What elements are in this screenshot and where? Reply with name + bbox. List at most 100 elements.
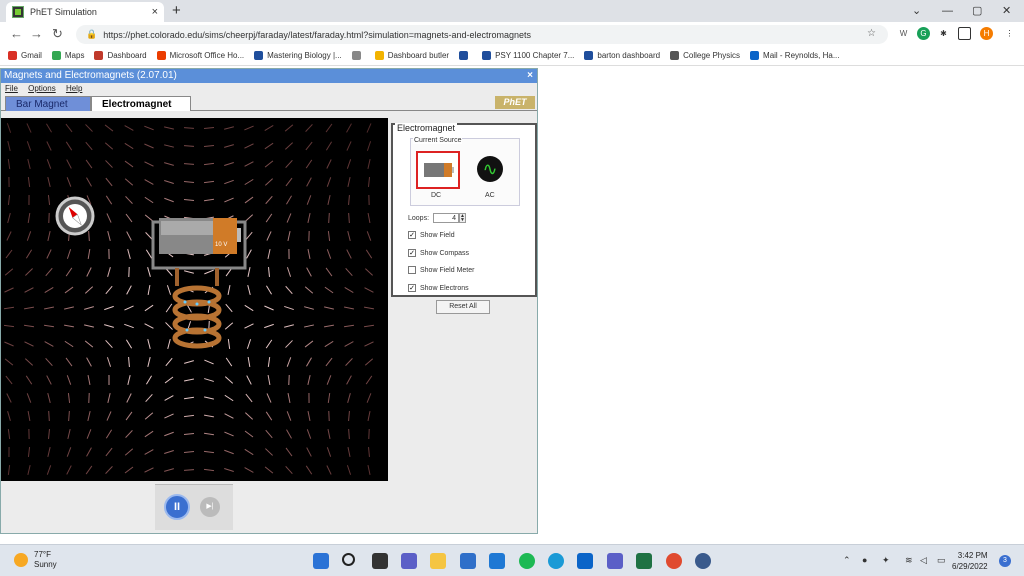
show-compass-checkbox[interactable]: ✓ (408, 249, 416, 257)
menu-file[interactable]: File (5, 84, 18, 93)
volume-icon[interactable]: ◁ (920, 555, 927, 566)
bookmark-item[interactable]: barton dashboard (584, 51, 660, 60)
current-source-group: Current Source ∿ DC AC (410, 137, 520, 206)
store-icon[interactable] (460, 553, 476, 569)
field-arrow (144, 125, 154, 131)
tab-close-button[interactable]: × (152, 6, 158, 18)
search-icon[interactable] (342, 553, 355, 566)
start-windows-icon[interactable] (313, 553, 329, 569)
chrome-menu-icon[interactable]: ⋮ (1003, 27, 1016, 40)
tab-electromagnet[interactable]: Electromagnet (91, 96, 191, 111)
url-text: https://phet.colorado.edu/sims/cheerpj/f… (103, 29, 532, 40)
mail-icon[interactable] (489, 553, 505, 569)
pause-button[interactable]: II (164, 494, 190, 520)
field-arrow (24, 287, 34, 293)
bookmark-item[interactable]: Mail - Reynolds, Ha... (750, 51, 840, 60)
ac-source-button[interactable]: ∿ (477, 156, 503, 182)
show-field-meter-checkbox[interactable] (408, 266, 416, 274)
sidebar-icon[interactable] (958, 27, 971, 40)
applet-close-button[interactable]: × (527, 69, 533, 83)
grammarly-icon[interactable]: G (917, 27, 930, 40)
globe-icon (351, 51, 361, 60)
spotify-icon[interactable] (519, 553, 535, 569)
puzzle-extensions-icon[interactable]: ✱ (937, 27, 950, 40)
bookmark-item[interactable]: Mastering Biology |... (254, 51, 342, 60)
window-close-button[interactable]: ✕ (1002, 2, 1011, 20)
notification-badge[interactable]: 3 (999, 555, 1011, 567)
dc-source-button[interactable] (416, 151, 460, 189)
edge-icon[interactable] (548, 553, 564, 569)
field-arrow (247, 356, 251, 368)
bookmark-item[interactable]: PSY 1100 Chapter 7... (482, 51, 574, 60)
field-arrow (125, 430, 133, 438)
chrome-icon[interactable] (666, 553, 682, 569)
bookmark-item[interactable]: Dashboard (94, 51, 147, 60)
bookmark-item[interactable]: College Physics (670, 51, 740, 60)
show-field-checkbox[interactable]: ✓ (408, 231, 416, 239)
field-arrow (324, 340, 334, 348)
tray-dropbox-icon[interactable]: ✦ (882, 555, 890, 566)
field-arrow (183, 451, 195, 453)
field-arrow (144, 467, 154, 473)
field-arrow (307, 213, 311, 223)
battery-icon (424, 163, 454, 177)
settings-gear-icon[interactable] (695, 553, 711, 569)
tab-bar-magnet[interactable]: Bar Magnet (5, 96, 91, 111)
reset-all-button[interactable]: Reset All (436, 300, 490, 314)
outlook-icon[interactable] (577, 553, 593, 569)
back-arrow-icon[interactable]: ← (10, 26, 23, 42)
battery[interactable]: 10 V (151, 218, 247, 270)
tab-title: PhET Simulation (30, 7, 97, 17)
field-arrow (46, 123, 52, 133)
new-tab-button[interactable]: + (172, 2, 181, 20)
show-compass-row[interactable]: ✓ Show Compass (408, 249, 469, 257)
weather-widget[interactable]: 77°F Sunny (14, 550, 57, 570)
menu-options[interactable]: Options (28, 84, 56, 93)
browser-tab[interactable]: PhET Simulation × (6, 2, 164, 22)
clock-datetime[interactable]: 3:42 PM 6/29/2022 (952, 550, 988, 572)
tray-chevron-icon[interactable]: ⌃ (843, 555, 851, 566)
bookmark-item[interactable]: Maps (51, 51, 84, 60)
show-electrons-row[interactable]: ✓ Show Electrons (408, 284, 469, 292)
show-field-meter-row[interactable]: Show Field Meter (408, 266, 474, 274)
field-arrow (88, 230, 90, 242)
show-field-row[interactable]: ✓ Show Field (408, 231, 455, 239)
field-arrow (203, 468, 215, 472)
bookmark-item[interactable] (351, 51, 365, 60)
reload-icon[interactable]: ↻ (52, 26, 63, 42)
field-arrow (84, 286, 94, 294)
show-electrons-checkbox[interactable]: ✓ (408, 284, 416, 292)
maximize-button[interactable]: ▢ (972, 2, 982, 20)
bookmark-item[interactable] (459, 51, 472, 60)
file-explorer-icon[interactable] (430, 553, 446, 569)
profile-avatar[interactable]: H (980, 27, 993, 40)
address-bar[interactable]: 🔒 https://phet.colorado.edu/sims/cheerpj… (76, 25, 888, 44)
loops-input[interactable]: 4 (433, 213, 460, 223)
teams-icon[interactable] (607, 553, 623, 569)
simulation-canvas[interactable]: 10 V (1, 118, 388, 481)
task-view-icon[interactable] (372, 553, 388, 569)
bookmark-item[interactable]: Gmail (8, 51, 42, 60)
tray-app-icon[interactable]: ● (862, 555, 867, 565)
compass[interactable] (55, 196, 95, 236)
wifi-icon[interactable]: ≋ (905, 555, 913, 566)
minimize-button[interactable]: — (942, 2, 953, 20)
teams-chat-icon[interactable] (401, 553, 417, 569)
excel-icon[interactable] (636, 553, 652, 569)
extension-icon[interactable]: W (897, 27, 910, 40)
field-arrow (264, 124, 274, 132)
battery-tray-icon[interactable]: ▭ (937, 555, 946, 566)
browser-tab-strip: PhET Simulation × + ⌄ — ▢ ✕ (0, 0, 1024, 22)
tab-search-icon[interactable]: ⌄ (912, 2, 921, 20)
bookmark-item[interactable]: Microsoft Office Ho... (156, 51, 244, 60)
field-arrow (346, 465, 352, 475)
forward-arrow-icon[interactable]: → (30, 26, 43, 42)
step-button[interactable]: ▶| (200, 497, 220, 517)
bookmark-item[interactable]: Dashboard butler (374, 51, 449, 60)
field-arrow (66, 375, 72, 385)
field-arrow (145, 232, 153, 240)
bookmark-star-icon[interactable]: ☆ (867, 28, 876, 39)
field-arrow (325, 123, 333, 133)
menu-help[interactable]: Help (66, 84, 82, 93)
loops-spinner[interactable]: ▲ ▼ (459, 213, 467, 223)
